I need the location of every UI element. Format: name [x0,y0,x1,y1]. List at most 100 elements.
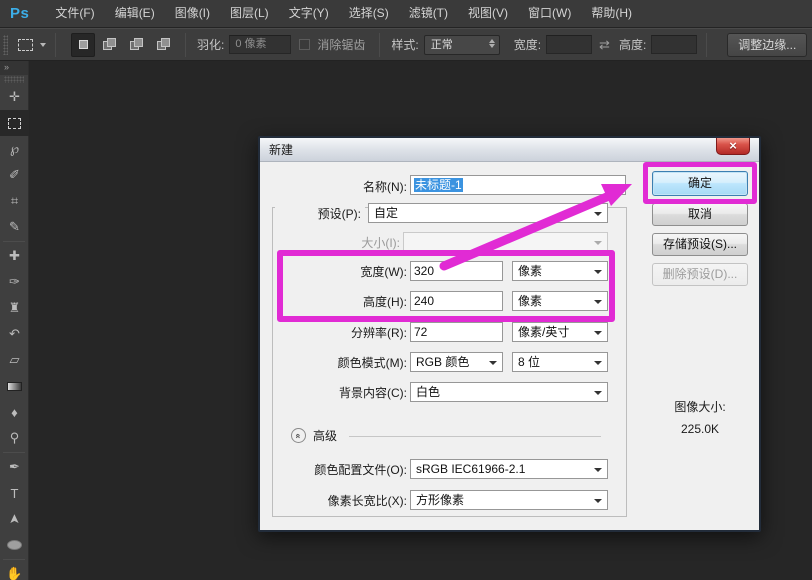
add-to-selection-icon [103,38,117,51]
tools-panel: » ✛ ℘ ✐ ⌗ ✎ ✚ ✑ ♜ ↶ ▱ ♦ ⚲ ✒ T ➤ ✋ [0,61,29,580]
collapse-panel-icon[interactable]: » [0,61,28,75]
name-value: 未标题-1 [414,178,463,192]
chevron-down-icon [594,391,602,395]
gradient-tool[interactable] [0,373,29,399]
menu-window[interactable]: 窗口(W) [518,0,581,27]
highlight-box-ok-button [643,162,757,204]
style-value: 正常 [431,39,453,51]
chevron-down-icon [594,361,602,365]
chevron-down-icon [489,361,497,365]
add-to-selection-button[interactable] [98,33,122,57]
tool-preset-picker[interactable] [18,39,46,51]
style-label: 样式: [391,36,418,53]
background-contents-select[interactable]: 白色 [410,382,608,402]
eyedropper-icon: ✎ [9,219,20,235]
eyedropper-tool[interactable]: ✎ [0,214,29,240]
menu-file[interactable]: 文件(F) [45,0,104,27]
advanced-toggle[interactable]: « [291,428,306,443]
panel-grip[interactable] [4,76,24,83]
healing-brush-tool[interactable]: ✚ [0,243,29,269]
name-label: 名称(N): [281,176,407,198]
name-input[interactable]: 未标题-1 [410,175,626,195]
new-selection-button[interactable] [71,33,95,57]
gradient-tool-icon [7,382,22,391]
preset-select[interactable]: 自定 [368,203,608,223]
image-size-label: 图像大小: [652,398,748,415]
dialog-title: 新建 [260,143,293,157]
clone-stamp-icon: ♜ [9,300,21,316]
refine-edge-button[interactable]: 调整边缘... [727,33,807,57]
resolution-unit-select[interactable]: 像素/英寸 [512,322,608,342]
preset-label: 预设(P): [275,203,365,225]
antialias-checkbox[interactable] [299,39,310,50]
eraser-tool[interactable]: ▱ [0,347,29,373]
pen-tool[interactable]: ✒ [0,454,29,480]
save-preset-button[interactable]: 存储预设(S)... [652,233,748,256]
type-tool[interactable]: T [0,480,29,506]
divider [379,33,380,57]
dialog-body: 名称(N): 未标题-1 预设(P): 自定 大小(I): 宽度(W): 320… [261,162,758,529]
divider [3,241,25,242]
feather-input[interactable]: 0 像素 [229,35,291,54]
rectangular-marquee-icon [8,118,21,129]
menu-view[interactable]: 视图(V) [458,0,518,27]
blur-tool[interactable]: ♦ [0,399,29,425]
chevron-down-icon [594,331,602,335]
color-mode-select[interactable]: RGB 颜色 [410,352,503,372]
highlight-box-width-height [277,250,615,322]
chevron-down-icon [594,241,602,245]
cancel-button[interactable]: 取消 [652,203,748,226]
path-selection-icon: ➤ [7,514,23,525]
subtract-from-selection-button[interactable] [125,33,149,57]
size-select[interactable] [403,232,608,252]
resolution-input[interactable]: 72 [410,322,503,342]
constrain-height-input[interactable] [651,35,697,54]
color-profile-select[interactable]: sRGB IEC61966-2.1 [410,459,608,479]
dialog-title-bar[interactable]: 新建 × [260,138,759,162]
menu-layer[interactable]: 图层(L) [220,0,279,27]
quick-selection-tool[interactable]: ✐ [0,162,29,188]
resolution-unit-value: 像素/英寸 [518,325,569,339]
selection-mode-group [71,33,176,57]
background-contents-label: 背景内容(C): [261,382,407,404]
image-size-value: 225.0K [652,422,748,436]
menu-edit[interactable]: 编辑(E) [105,0,165,27]
divider [3,559,25,560]
menu-select[interactable]: 选择(S) [339,0,399,27]
crop-tool[interactable]: ⌗ [0,188,29,214]
intersect-selection-button[interactable] [152,33,176,57]
move-tool[interactable]: ✛ [0,84,29,110]
style-select[interactable]: 正常 [424,35,500,55]
bit-depth-select[interactable]: 8 位 [512,352,608,372]
photoshop-logo: Ps [10,5,29,22]
antialias-label: 消除锯齿 [317,36,365,53]
menu-help[interactable]: 帮助(H) [581,0,642,27]
menu-filter[interactable]: 滤镜(T) [399,0,458,27]
history-brush-tool[interactable]: ↶ [0,321,29,347]
menu-image[interactable]: 图像(I) [165,0,220,27]
constrain-width-input[interactable] [546,35,592,54]
pixel-aspect-select[interactable]: 方形像素 [410,490,608,510]
lasso-tool-icon: ℘ [10,141,19,157]
path-selection-tool[interactable]: ➤ [0,506,29,532]
brush-tool[interactable]: ✑ [0,269,29,295]
clone-stamp-tool[interactable]: ♜ [0,295,29,321]
dodge-tool[interactable]: ⚲ [0,425,29,451]
divider [706,33,707,57]
options-bar-grip[interactable] [3,35,8,55]
delete-preset-button[interactable]: 删除预设(D)... [652,263,748,286]
close-button[interactable]: × [716,138,750,155]
rectangular-marquee-tool[interactable] [0,110,29,136]
swap-dimensions-icon[interactable]: ⇄ [599,37,610,53]
menu-type[interactable]: 文字(Y) [279,0,339,27]
ellipse-tool[interactable] [0,532,29,558]
hand-tool-icon: ✋ [6,566,22,580]
lasso-tool[interactable]: ℘ [0,136,29,162]
intersect-selection-icon [157,38,171,51]
pen-tool-icon: ✒ [9,459,20,475]
hand-tool[interactable]: ✋ [0,561,29,580]
divider [55,33,56,57]
chevron-down-icon [594,212,602,216]
bit-depth-value: 8 位 [518,355,540,369]
divider [3,452,25,453]
